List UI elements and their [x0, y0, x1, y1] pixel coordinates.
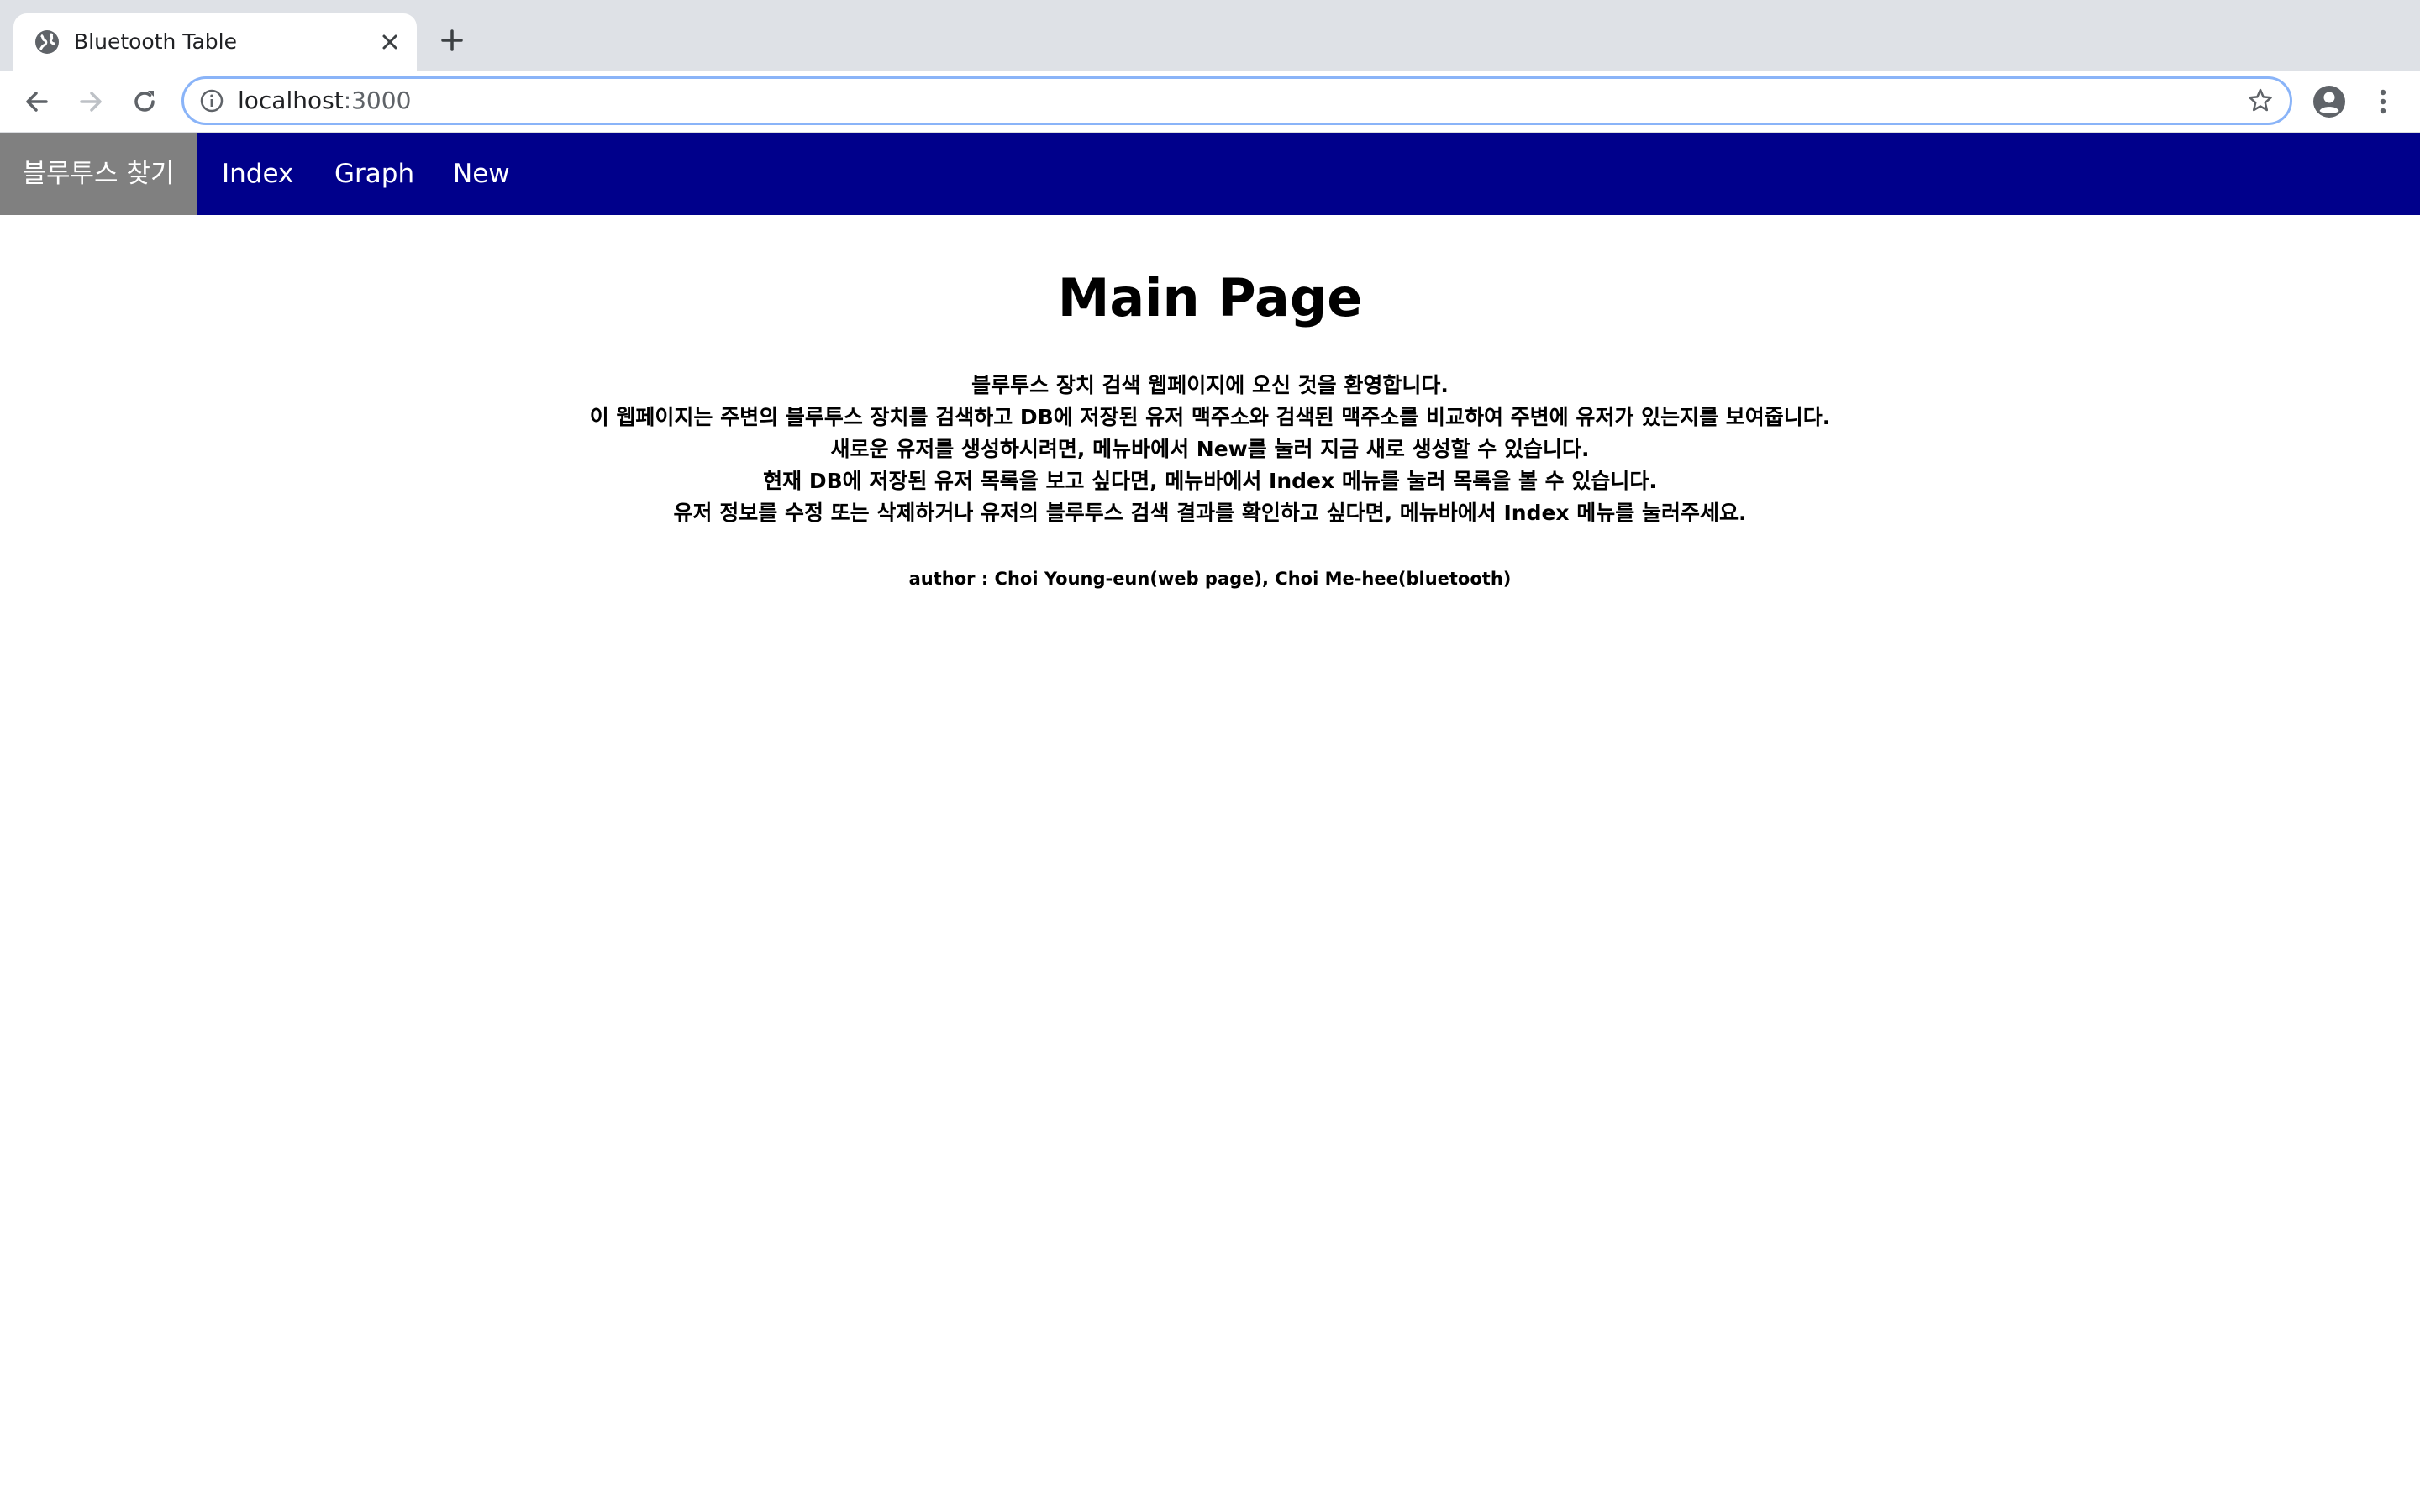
- address-bar[interactable]: localhost:3000: [182, 76, 2292, 125]
- url-port: :3000: [343, 87, 412, 114]
- nav-link-graph[interactable]: Graph: [334, 133, 414, 215]
- nav-brand-link[interactable]: 블루투스 찾기: [0, 133, 197, 215]
- site-navbar: 블루투스 찾기 Index Graph New: [0, 133, 2420, 215]
- page-title: Main Page: [1057, 267, 1363, 328]
- account-circle-icon[interactable]: [2312, 85, 2346, 118]
- intro-line: 새로운 유저를 생성하시려면, 메뉴바에서 New를 눌러 지금 새로 생성할 …: [830, 437, 1590, 461]
- author-credit: author : Choi Young-eun(web page), Choi …: [908, 569, 1512, 589]
- nav-link-index[interactable]: Index: [222, 133, 293, 215]
- arrow-right-icon[interactable]: [76, 87, 106, 117]
- intro-line: 블루투스 장치 검색 웹페이지에 오신 것을 환영합니다.: [971, 373, 1449, 397]
- tab-title: Bluetooth Table: [74, 29, 237, 54]
- browser-toolbar: localhost:3000: [0, 71, 2420, 133]
- star-icon[interactable]: [2246, 87, 2275, 115]
- arrow-left-icon[interactable]: [22, 87, 52, 117]
- browser-tab-strip: Bluetooth Table: [0, 0, 2420, 71]
- globe-icon: [34, 29, 60, 55]
- reload-icon[interactable]: [129, 87, 160, 117]
- info-icon[interactable]: [199, 88, 224, 113]
- url-text: localhost:3000: [238, 79, 411, 123]
- intro-line: 유저 정보를 수정 또는 삭제하거나 유저의 블루투스 검색 결과를 확인하고 …: [673, 501, 1747, 525]
- intro-line: 이 웹페이지는 주변의 블루투스 장치를 검색하고 DB에 저장된 유저 맥주소…: [589, 405, 1831, 429]
- plus-icon[interactable]: [437, 25, 467, 55]
- url-host: localhost: [238, 87, 344, 114]
- nav-link-new[interactable]: New: [453, 133, 510, 215]
- main-content: Main Page 블루투스 장치 검색 웹페이지에 오신 것을 환영합니다. …: [0, 215, 2420, 591]
- kebab-menu-icon[interactable]: [2370, 85, 2396, 118]
- intro-line: 현재 DB에 저장된 유저 목록을 보고 싶다면, 메뉴바에서 Index 메뉴…: [763, 469, 1657, 493]
- close-icon[interactable]: [376, 29, 403, 55]
- intro-text: 블루투스 장치 검색 웹페이지에 오신 것을 환영합니다. 이 웹페이지는 주변…: [0, 370, 2420, 529]
- browser-tab[interactable]: Bluetooth Table: [13, 13, 417, 71]
